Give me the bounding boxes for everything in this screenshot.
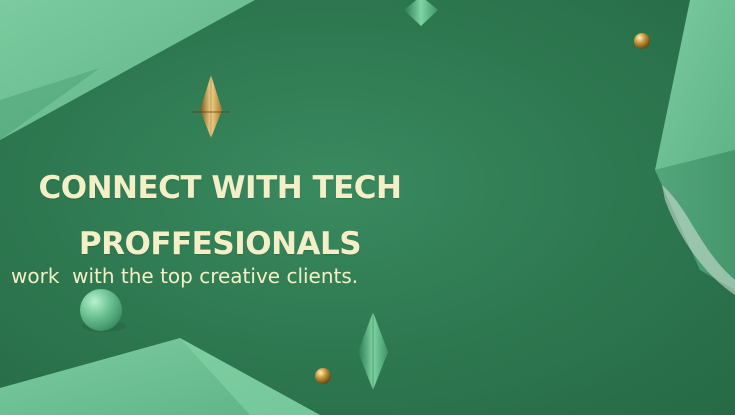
tagline: work with the top creative clients. (11, 264, 359, 288)
panel-right-upper (655, 0, 735, 170)
headline: CONNECT WITH TECH PROFFESIONALS (38, 170, 403, 262)
hero-banner: CONNECT WITH TECH PROFFESIONALS work wit… (0, 0, 735, 415)
top-green-diamond-icon (404, 0, 438, 26)
gold-sphere-icon-small (315, 368, 331, 384)
green-sphere-icon (80, 289, 122, 331)
gold-sphere-icon (634, 33, 650, 49)
green-diamond-icon (358, 312, 388, 390)
gold-diamond-icon (192, 75, 230, 138)
